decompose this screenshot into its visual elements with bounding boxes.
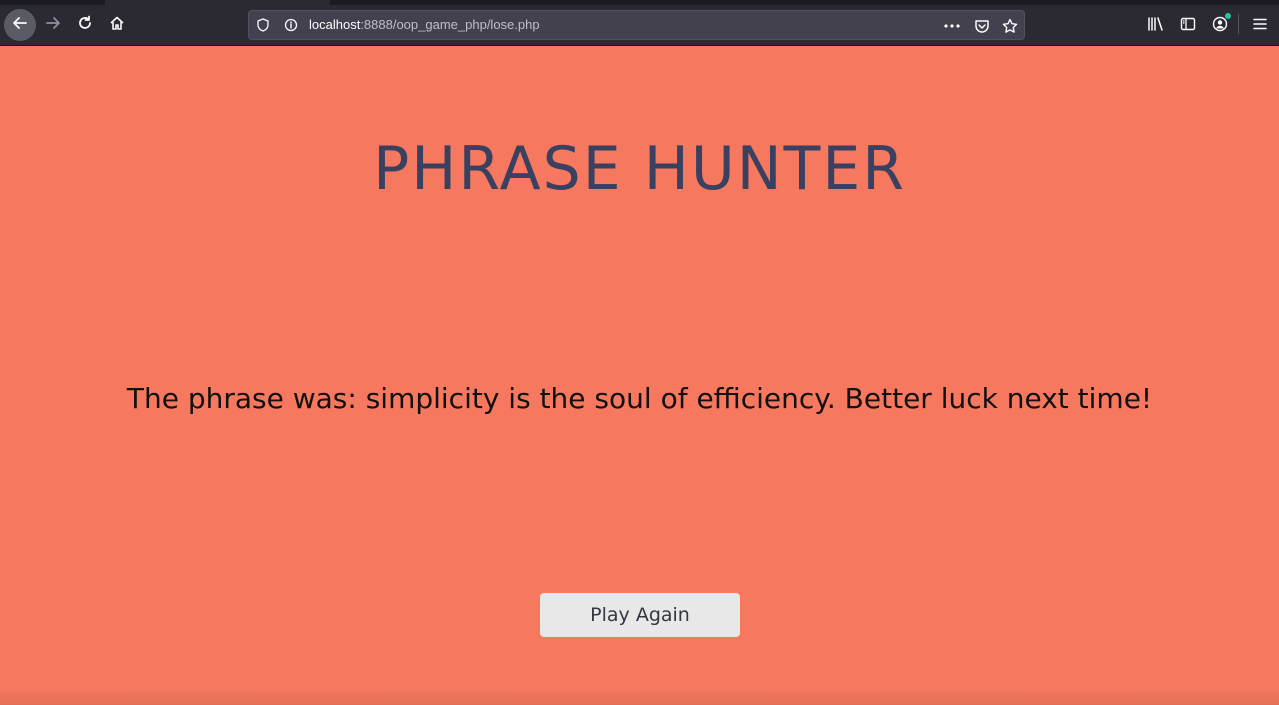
- account-icon[interactable]: [1210, 13, 1231, 34]
- active-tab[interactable]: [105, 0, 330, 5]
- sidebar-icon[interactable]: [1178, 14, 1198, 34]
- url-path: :8888/oop_game_php/lose.php: [360, 17, 540, 32]
- shield-icon[interactable]: [255, 17, 271, 33]
- home-icon: [109, 15, 125, 35]
- library-icon[interactable]: [1146, 14, 1166, 34]
- more-icon[interactable]: [942, 16, 962, 36]
- hamburger-menu-icon[interactable]: [1250, 14, 1270, 34]
- pocket-icon[interactable]: [972, 16, 992, 36]
- url-host: localhost: [309, 17, 361, 32]
- arrow-left-icon: [12, 15, 28, 35]
- forward-button[interactable]: [37, 9, 69, 41]
- bottom-shade: [0, 687, 1279, 705]
- reload-button[interactable]: [69, 9, 101, 41]
- back-button[interactable]: [4, 9, 36, 41]
- browser-toolbar: localhost:8888/oop_game_php/lose.php: [0, 0, 1279, 46]
- reload-icon: [77, 15, 93, 35]
- page-title: PHRASE HUNTER: [373, 134, 906, 204]
- url-bar[interactable]: localhost:8888/oop_game_php/lose.php: [248, 10, 1025, 40]
- url-text[interactable]: localhost:8888/oop_game_php/lose.php: [309, 17, 540, 32]
- home-button[interactable]: [101, 9, 133, 41]
- toolbar-separator: [1238, 14, 1239, 34]
- arrow-right-icon: [45, 15, 61, 35]
- notification-dot: [1225, 13, 1231, 19]
- info-icon[interactable]: [283, 17, 299, 33]
- lose-message: The phrase was: simplicity is the soul o…: [126, 382, 1153, 415]
- star-icon[interactable]: [1000, 16, 1020, 36]
- tab-strip: [0, 0, 1279, 5]
- play-again-button[interactable]: Play Again: [540, 593, 740, 637]
